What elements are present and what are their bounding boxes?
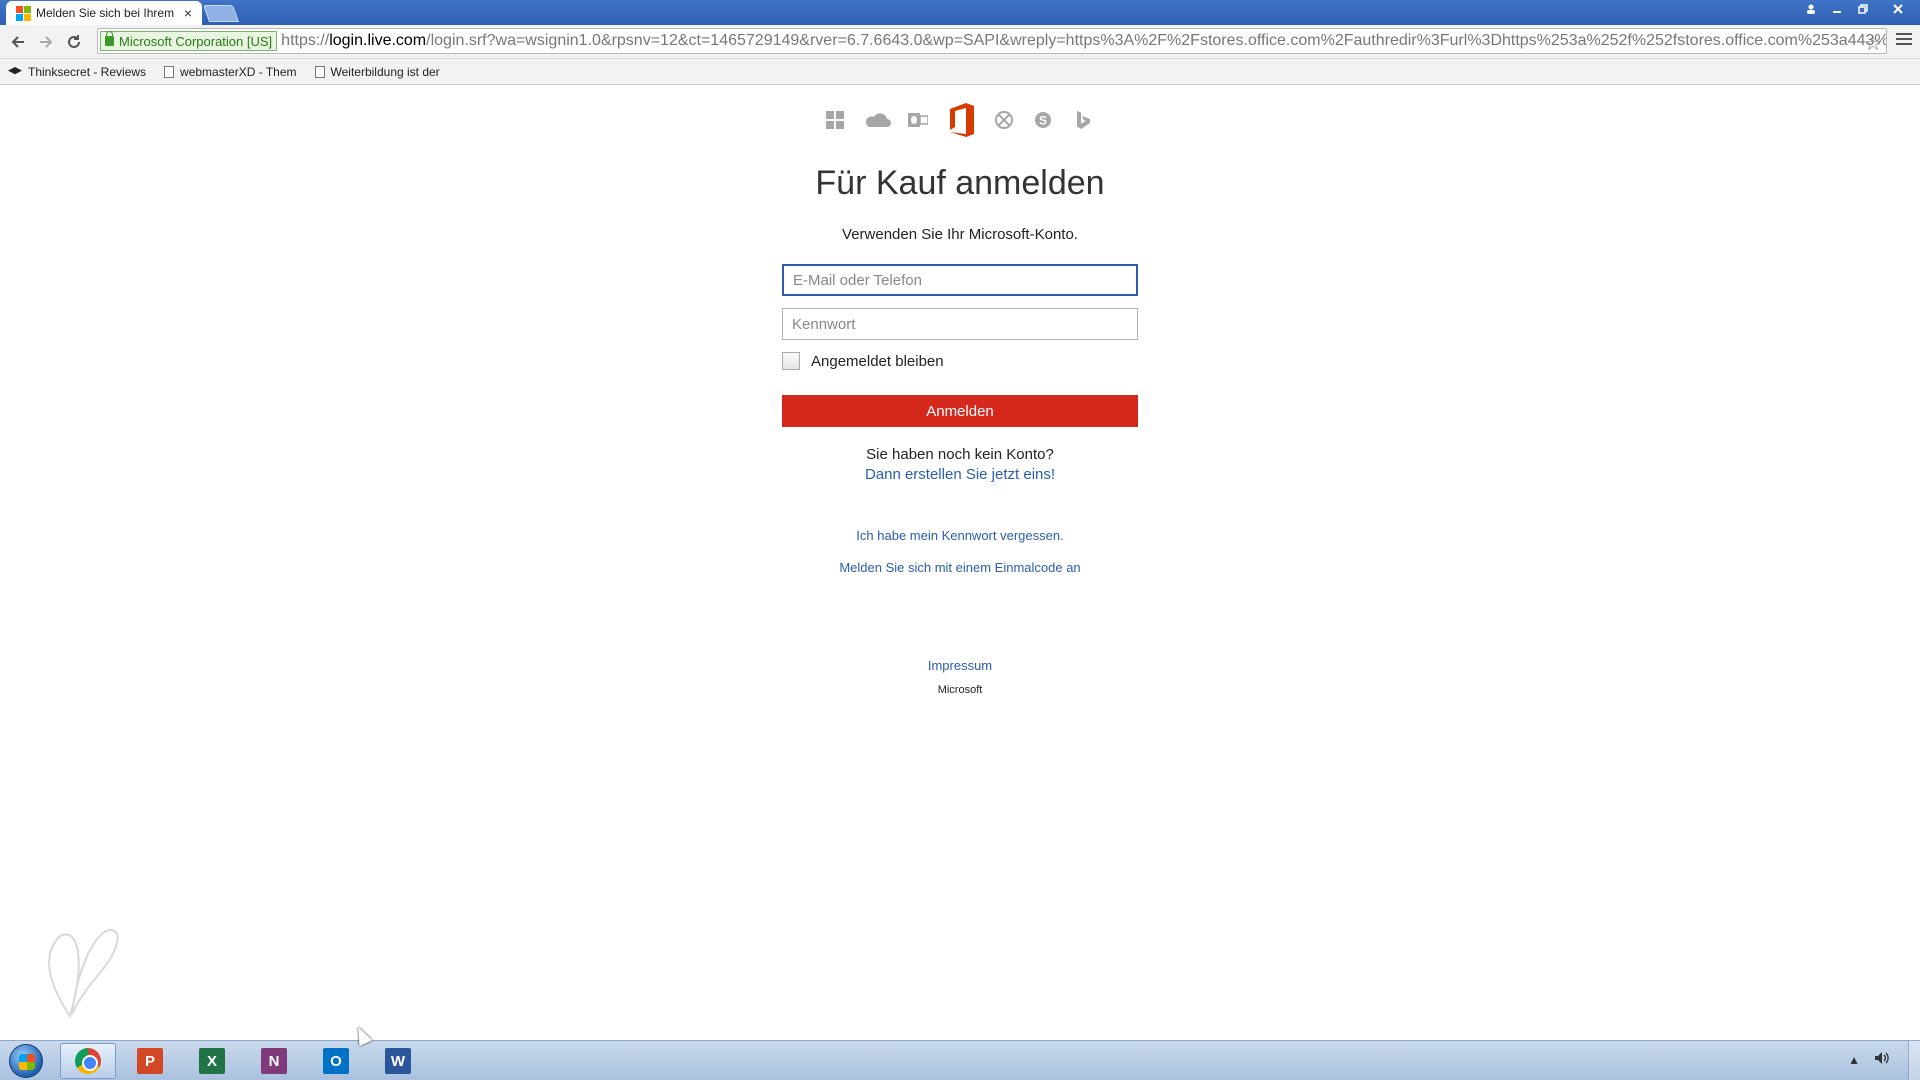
system-tray: ▲ [1834, 1051, 1890, 1068]
microsoft-services-icons: S [823, 102, 1095, 138]
bookmark-label: Thinksecret - Reviews [28, 64, 147, 79]
page-subtitle: Verwenden Sie Ihr Microsoft-Konto. [842, 226, 1078, 243]
keep-signed-in-label: Angemeldet bleiben [811, 352, 944, 370]
keep-signed-in-option[interactable]: Angemeldet bleiben [782, 352, 944, 370]
restore-icon[interactable] [1850, 0, 1876, 18]
start-button[interactable] [6, 1042, 46, 1080]
ev-certificate-badge[interactable]: Microsoft Corporation [US] [100, 31, 278, 51]
create-account-link[interactable]: Dann erstellen Sie jetzt eins! [0, 466, 1920, 483]
minimize-icon[interactable] [1824, 0, 1850, 18]
url-path: /login.srf?wa=wsignin1.0&rpsnv=12&ct=146… [426, 32, 1886, 49]
forgot-password-link[interactable]: Ich habe mein Kennwort vergessen. [0, 528, 1920, 543]
svg-text:S: S [1039, 114, 1047, 128]
user-icon[interactable] [1798, 0, 1824, 18]
browser-window: Melden Sie sich bei Ihrem × Microsoft Co… [0, 0, 1920, 1080]
reload-icon[interactable] [60, 28, 88, 56]
password-field[interactable] [782, 308, 1138, 340]
ev-certificate-label: Microsoft Corporation [US] [119, 33, 273, 49]
browser-menu-icon[interactable] [1896, 31, 1912, 47]
window-controls [1798, 0, 1920, 20]
excel-icon: X [199, 1048, 225, 1074]
taskbar: P X N O W ▲ [0, 1040, 1920, 1080]
email-field[interactable] [782, 264, 1138, 296]
keep-signed-in-checkbox[interactable] [782, 352, 800, 370]
footer-brand: Microsoft [937, 684, 983, 696]
powerpoint-icon: P [137, 1048, 163, 1074]
tray-expand-icon[interactable]: ▲ [1848, 1053, 1860, 1067]
graduation-cap-icon [8, 67, 22, 75]
page-icon [164, 65, 175, 78]
taskbar-app-powerpoint[interactable]: P [122, 1043, 178, 1079]
xbox-icon [992, 108, 1016, 132]
tab-title: Melden Sie sich bei Ihrem [36, 6, 175, 20]
title-bar: Melden Sie sich bei Ihrem × [0, 0, 1920, 25]
one-time-code-link[interactable]: Melden Sie sich mit einem Einmalcode an [0, 560, 1920, 575]
taskbar-app-outlook[interactable]: O [308, 1043, 364, 1079]
microsoft-logo-icon [16, 6, 31, 21]
taskbar-app-chrome[interactable] [60, 1043, 116, 1079]
new-tab-button[interactable] [202, 5, 240, 22]
url-host: login.live.com [329, 32, 427, 49]
page-icon [314, 65, 325, 78]
office-icon [946, 102, 976, 138]
word-icon: W [385, 1048, 411, 1074]
forward-icon[interactable] [32, 28, 60, 56]
outlook-icon [906, 108, 930, 132]
taskbar-app-excel[interactable]: X [184, 1043, 240, 1079]
onenote-icon: N [261, 1048, 287, 1074]
no-account-text: Sie haben noch kein Konto? [866, 446, 1054, 463]
chrome-icon [75, 1048, 101, 1074]
bookmark-label: webmasterXD - Them [180, 64, 297, 79]
outlook-icon: O [323, 1048, 349, 1074]
browser-toolbar: Microsoft Corporation [US] https://login… [0, 25, 1920, 59]
volume-icon[interactable] [1874, 1051, 1890, 1068]
butterfly-watermark-icon [48, 929, 120, 1019]
bookmark-item[interactable]: webmasterXD - Them [164, 64, 297, 79]
close-window-icon[interactable] [1876, 0, 1920, 18]
onedrive-icon [863, 108, 891, 132]
skype-icon: S [1031, 108, 1055, 132]
lock-icon [105, 31, 114, 46]
show-desktop-button[interactable] [1908, 1041, 1920, 1080]
bookmarks-bar: Thinksecret - Reviews webmasterXD - Them… [0, 59, 1920, 85]
back-icon[interactable] [4, 28, 32, 56]
bookmark-label: Weiterbildung ist der [330, 64, 440, 79]
taskbar-app-onenote[interactable]: N [246, 1043, 302, 1079]
taskbar-app-word[interactable]: W [370, 1043, 426, 1079]
impressum-link[interactable]: Impressum [0, 658, 1920, 673]
bookmark-item[interactable]: Thinksecret - Reviews [8, 65, 146, 79]
bing-icon [1071, 108, 1095, 132]
tab-close-icon[interactable]: × [184, 6, 192, 20]
url-scheme: https:// [281, 32, 330, 49]
windows-start-icon [9, 1044, 43, 1078]
browser-tab[interactable]: Melden Sie sich bei Ihrem × [6, 1, 202, 25]
windows-icon [823, 108, 847, 132]
url-text[interactable]: https://login.live.com/login.srf?wa=wsig… [281, 32, 1886, 50]
bookmark-star-icon[interactable]: ☆ [1864, 31, 1882, 53]
login-page: S Für Kauf anmelden Verwenden Sie Ihr Mi… [0, 86, 1920, 1040]
address-bar[interactable]: Microsoft Corporation [US] https://login… [97, 28, 1887, 54]
signin-button[interactable]: Anmelden [782, 395, 1138, 427]
bookmark-item[interactable]: Weiterbildung ist der [314, 64, 440, 79]
page-title: Für Kauf anmelden [815, 164, 1105, 202]
